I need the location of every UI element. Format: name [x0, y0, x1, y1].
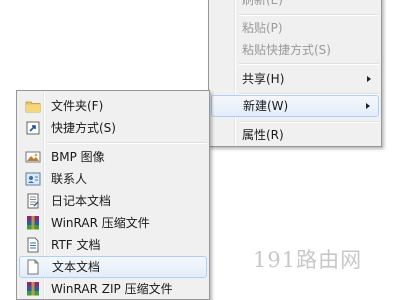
- menu-item-label: 粘贴快捷方式(S): [242, 43, 331, 57]
- submenu-arrow-icon: [366, 103, 370, 109]
- menu-item-paste[interactable]: 粘贴(P): [211, 17, 379, 39]
- submenu-arrow-icon: [367, 76, 371, 82]
- menu-item-label: RTF 文档: [51, 238, 101, 252]
- submenu-item-winrar-zip[interactable]: WinRAR ZIP 压缩文件: [19, 278, 207, 300]
- menu-item-new[interactable]: 新建(W): [211, 95, 379, 117]
- menu-item-share[interactable]: 共享(H): [211, 68, 379, 90]
- menu-separator: [239, 121, 379, 123]
- menu-item-label: 日记本文档: [51, 194, 112, 208]
- menu-separator: [239, 14, 379, 16]
- contact-icon: [25, 172, 41, 186]
- menu-item-label: 文件夹(F): [51, 99, 104, 113]
- submenu-item-journal[interactable]: 日记本文档: [19, 190, 207, 212]
- new-submenu: 文件夹(F) 快捷方式(S) BMP 图像 联系人 日记本文档 WinRAR 压…: [16, 90, 210, 300]
- folder-icon: [25, 101, 41, 113]
- winrar-icon: [27, 216, 39, 230]
- menu-item-label: WinRAR 压缩文件: [51, 216, 150, 230]
- submenu-item-rtf[interactable]: RTF 文档: [19, 234, 207, 256]
- submenu-item-winrar[interactable]: WinRAR 压缩文件: [19, 212, 207, 234]
- watermark: 191路由网: [253, 248, 363, 272]
- rtf-icon: [27, 237, 39, 253]
- menu-item-label: 粘贴(P): [242, 21, 283, 35]
- shortcut-icon: [26, 121, 40, 135]
- menu-item-label: 属性(R): [242, 128, 284, 142]
- menu-separator: [239, 63, 379, 65]
- desktop-context-menu: 刷新(E) 粘贴(P) 粘贴快捷方式(S) 共享(H) 新建(W) 属性(R): [208, 0, 382, 147]
- submenu-item-folder[interactable]: 文件夹(F): [19, 95, 207, 117]
- submenu-item-bmp-image[interactable]: BMP 图像: [19, 146, 207, 168]
- menu-item-label: BMP 图像: [51, 150, 105, 164]
- text-document-icon: [27, 259, 39, 275]
- menu-item-label: 快捷方式(S): [51, 121, 116, 135]
- submenu-item-text-document[interactable]: 文本文档: [19, 256, 207, 278]
- menu-item-refresh[interactable]: 刷新(E): [211, 0, 379, 11]
- winrar-zip-icon: [27, 282, 39, 296]
- menu-item-label: 新建(W): [243, 99, 289, 113]
- menu-item-label: 共享(H): [242, 72, 285, 86]
- bmp-image-icon: [25, 151, 41, 163]
- submenu-item-contact[interactable]: 联系人: [19, 168, 207, 190]
- menu-item-label: WinRAR ZIP 压缩文件: [51, 282, 173, 296]
- menu-item-label: 刷新(E): [242, 0, 283, 7]
- menu-item-paste-shortcut[interactable]: 粘贴快捷方式(S): [211, 39, 379, 61]
- menu-item-label: 文本文档: [52, 260, 101, 274]
- submenu-item-shortcut[interactable]: 快捷方式(S): [19, 117, 207, 139]
- menu-item-properties[interactable]: 属性(R): [211, 124, 379, 146]
- journal-icon: [27, 193, 39, 209]
- menu-item-label: 联系人: [51, 172, 88, 186]
- menu-separator: [47, 142, 207, 144]
